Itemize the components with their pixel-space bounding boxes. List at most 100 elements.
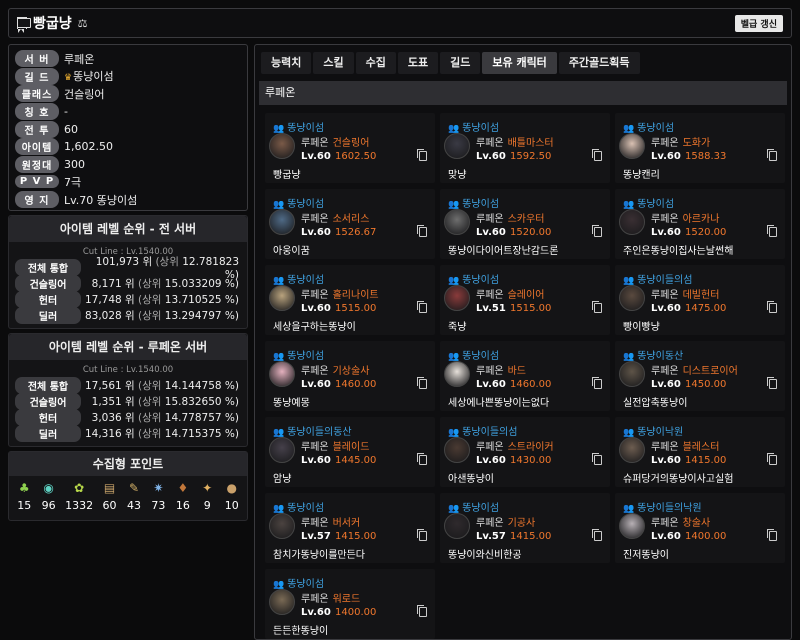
collection-item[interactable]: ♦ 16	[175, 480, 191, 512]
character-level: Lv.60	[476, 455, 506, 466]
character-item-level: 1415.00	[510, 531, 552, 542]
rank-server-title: 아이템 레벨 순위 - 루페온 서버	[9, 334, 247, 360]
character-name: 암냥	[273, 474, 292, 485]
copy-icon[interactable]	[417, 453, 427, 465]
character-card[interactable]: 👥 똥냥이섬 루페온 소서리스 Lv.60 1526.67 아웅이꿈	[265, 189, 435, 259]
character-card[interactable]: 👥 똥냥이들의낙원 루페온 창술사 Lv.60 1400.00 진저똥냥이	[615, 493, 785, 563]
tab-bar: 능력치 스킬 수집 도표 길드 보유 캐릭터 주간골드획득	[255, 45, 791, 75]
copy-icon[interactable]	[417, 301, 427, 313]
rank-prefix: (상위	[138, 395, 162, 408]
copy-icon[interactable]	[417, 377, 427, 389]
collection-item[interactable]: ♣ 15	[16, 480, 32, 512]
collection-count: 96	[41, 499, 56, 512]
collection-item[interactable]: ✷ 73	[150, 480, 166, 512]
copy-icon[interactable]	[592, 377, 602, 389]
character-card[interactable]: 👥 똥냥이들의섬 루페온 데빌헌터 Lv.60 1475.00 빵이빵냥	[615, 265, 785, 335]
rank-value: 14,316 위 (상위 14.715375 %)	[84, 427, 239, 440]
tab-4[interactable]: 도표	[397, 52, 439, 74]
character-card[interactable]: 👥 똥냥이섬 루페온 아르카나 Lv.60 1520.00 주인은똥냥이집사는날썬해	[615, 189, 785, 259]
island-heart-icon: ◉	[43, 481, 54, 495]
character-avatar	[444, 209, 470, 235]
profile-value: Lv.70 똥냥이섬	[64, 193, 138, 207]
character-card[interactable]: 👥 똥냥이들의섬 루페온 스트라이커 Lv.60 1430.00 아샌똥냥이	[440, 417, 610, 487]
id-card-icon[interactable]	[17, 18, 31, 28]
collection-item[interactable]: ✦ 9	[199, 480, 215, 512]
character-card[interactable]: 👥 똥냥이섬 루페온 바드 Lv.60 1460.00 세상에나쁜똥냥이는없다	[440, 341, 610, 411]
refresh-button[interactable]: 벨급 갱신	[734, 14, 783, 32]
copy-icon[interactable]	[767, 529, 777, 541]
character-name: 슈퍼당거의똥냥이사고실험	[623, 474, 734, 485]
character-card[interactable]: 👥 똥냥이섬 루페온 건슬링어 Lv.60 1602.50 빵굽냥	[265, 113, 435, 183]
copy-icon[interactable]	[592, 225, 602, 237]
copy-icon[interactable]	[592, 453, 602, 465]
character-card[interactable]: 👥 똥냥이섬 루페온 버서커 Lv.57 1415.00 참치가똥냥이를만든다	[265, 493, 435, 563]
character-item-level: 1588.33	[685, 151, 727, 162]
character-card[interactable]: 👥 똥냥이동산 루페온 디스트로이어 Lv.60 1450.00 실전압축똥냥이	[615, 341, 785, 411]
character-name: 빵굽냥	[33, 16, 72, 32]
character-level: Lv.60	[301, 607, 331, 618]
profile-row: 칭 호-	[15, 103, 241, 121]
copy-icon[interactable]	[767, 377, 777, 389]
copy-icon[interactable]	[767, 453, 777, 465]
character-item-level: 1520.00	[685, 227, 727, 238]
character-server: 루페온 소서리스	[301, 214, 370, 225]
character-card[interactable]: 👥 똥냥이들의동산 루페온 블레이드 Lv.60 1445.00 암냥	[265, 417, 435, 487]
copy-icon[interactable]	[592, 529, 602, 541]
guild-name: 👥 똥냥이섬	[273, 123, 325, 134]
mokoko-seed-icon: ♣	[18, 481, 30, 495]
tab-6[interactable]: 보유 캐릭터	[482, 52, 557, 74]
character-card[interactable]: 👥 똥냥이섬 루페온 워로드 Lv.60 1400.00 든든한똥냥이	[265, 569, 435, 639]
collection-count: 15	[17, 499, 32, 512]
tab-1[interactable]: 능력치	[261, 52, 312, 74]
collection-item[interactable]: ▤ 60	[102, 480, 118, 512]
character-name: 진저똥냥이	[623, 550, 669, 561]
copy-icon[interactable]	[417, 149, 427, 161]
character-server: 루페온 블레스터	[651, 442, 720, 453]
character-level: Lv.60	[651, 303, 681, 314]
character-avatar	[444, 361, 470, 387]
character-level: Lv.60	[301, 303, 331, 314]
rank-value: 17,561 위 (상위 14.144758 %)	[84, 379, 239, 392]
rank-prefix: (상위	[138, 411, 162, 424]
rank-value: 83,028 위 (상위 13.294797 %)	[84, 309, 239, 322]
copy-icon[interactable]	[417, 605, 427, 617]
rank-label: 헌터	[15, 290, 81, 308]
character-avatar	[619, 437, 645, 463]
rank-row: 딜러 14,316 위 (상위 14.715375 %)	[9, 424, 247, 442]
collection-item[interactable]: ✎ 43	[126, 480, 142, 512]
profile-row: 아이템 1,602.50	[15, 138, 241, 156]
character-card[interactable]: 👥 똥냥이섬 루페온 홀리나이트 Lv.60 1515.00 세상을구하는똥냥이	[265, 265, 435, 335]
character-avatar	[444, 437, 470, 463]
tab-2[interactable]: 스킬	[313, 52, 354, 74]
scale-icon[interactable]: ⚖	[78, 17, 88, 30]
character-level: Lv.60	[651, 227, 681, 238]
character-name: 빵이빵냥	[623, 322, 660, 333]
character-card[interactable]: 👥 똥냥이섬 루페온 기상술사 Lv.60 1460.00 똥냥예몽	[265, 341, 435, 411]
character-avatar	[444, 285, 470, 311]
copy-icon[interactable]	[592, 149, 602, 161]
rank-prefix: (상위	[155, 255, 179, 268]
copy-icon[interactable]	[417, 529, 427, 541]
guild-name: 👥 똥냥이섬	[273, 199, 325, 210]
character-card[interactable]: 👥 똥냥이섬 루페온 슬레이어 Lv.51 1515.00 죽냥	[440, 265, 610, 335]
copy-icon[interactable]	[767, 301, 777, 313]
copy-icon[interactable]	[417, 225, 427, 237]
copy-icon[interactable]	[767, 225, 777, 237]
collection-item[interactable]: ✿ 1332	[65, 480, 93, 512]
copy-icon[interactable]	[767, 149, 777, 161]
character-card[interactable]: 👥 똥냥이섬 루페온 배틀마스터 Lv.60 1592.50 맞냥	[440, 113, 610, 183]
character-card[interactable]: 👥 똥냥이낙원 루페온 블레스터 Lv.60 1415.00 슈퍼당거의똥냥이사고실험	[615, 417, 785, 487]
copy-icon[interactable]	[592, 301, 602, 313]
character-level: Lv.51	[476, 303, 506, 314]
profile-value: 7극	[64, 175, 82, 189]
collection-item[interactable]: ◉ 96	[41, 480, 57, 512]
tab-7[interactable]: 주간골드획득	[558, 52, 640, 74]
collection-item[interactable]: ● 10	[224, 480, 240, 512]
character-card[interactable]: 👥 똥냥이섬 루페온 스카우터 Lv.60 1520.00 똥냥이다이어트장난감드론	[440, 189, 610, 259]
character-card[interactable]: 👥 똥냥이섬 루페온 도화가 Lv.60 1588.33 똥냥캔리	[615, 113, 785, 183]
character-card[interactable]: 👥 똥냥이섬 루페온 기공사 Lv.57 1415.00 똥냥이와신비한공	[440, 493, 610, 563]
tab-5[interactable]: 길드	[440, 52, 481, 74]
tab-3[interactable]: 수집	[355, 52, 396, 74]
character-item-level: 1415.00	[685, 455, 727, 466]
rank-value: 17,748 위 (상위 13.710525 %)	[84, 293, 239, 306]
